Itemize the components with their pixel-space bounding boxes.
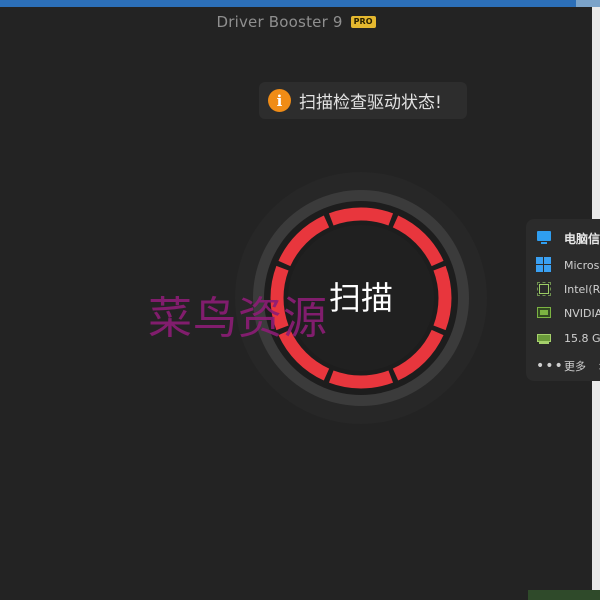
gpu-text: NVIDIA	[564, 306, 600, 320]
windows-icon	[536, 257, 552, 273]
info-icon: i	[268, 89, 291, 112]
gpu-card-icon	[536, 305, 552, 321]
ram-text: 15.8 GB	[564, 331, 600, 345]
system-info-header-label: 电脑信	[564, 231, 600, 246]
app-title: Driver Booster 9	[216, 13, 343, 31]
cpu-text: Intel(R)	[564, 282, 600, 296]
scan-button-center[interactable]	[288, 225, 434, 371]
system-info-cpu: Intel(R)	[536, 279, 600, 299]
status-text: 扫描检查驱动状态!	[299, 93, 442, 113]
os-text: Micros	[564, 258, 600, 272]
more-label: 更多	[564, 360, 586, 373]
system-info-gpu: NVIDIA	[536, 303, 600, 323]
status-banner: i 扫描检查驱动状态!	[259, 82, 467, 119]
system-info-panel: 电脑信 Micros Intel(R) NVIDIA 15.8 GB ••• 更…	[526, 219, 600, 381]
system-info-ram: 15.8 GB	[536, 328, 600, 348]
pro-badge: PRO	[350, 16, 376, 28]
scan-ring-segment[interactable]	[328, 207, 394, 226]
desktop-background-bottom	[528, 590, 600, 600]
cpu-chip-icon	[536, 281, 552, 297]
title-bar: Driver Booster 9 PRO	[0, 10, 592, 34]
more-dots-icon: •••	[536, 358, 564, 374]
system-info-more-link[interactable]: ••• 更多 >	[536, 356, 600, 376]
scan-ring-segment[interactable]	[328, 370, 394, 389]
system-info-os: Micros	[536, 255, 599, 275]
system-info-header[interactable]: 电脑信	[536, 228, 600, 248]
desktop-background-top	[0, 0, 600, 7]
scan-button[interactable]	[261, 198, 461, 398]
monitor-icon	[536, 230, 552, 246]
ram-memory-icon	[536, 330, 552, 346]
scan-ring-segment[interactable]	[433, 265, 452, 331]
scan-ring-segment[interactable]	[270, 265, 289, 331]
